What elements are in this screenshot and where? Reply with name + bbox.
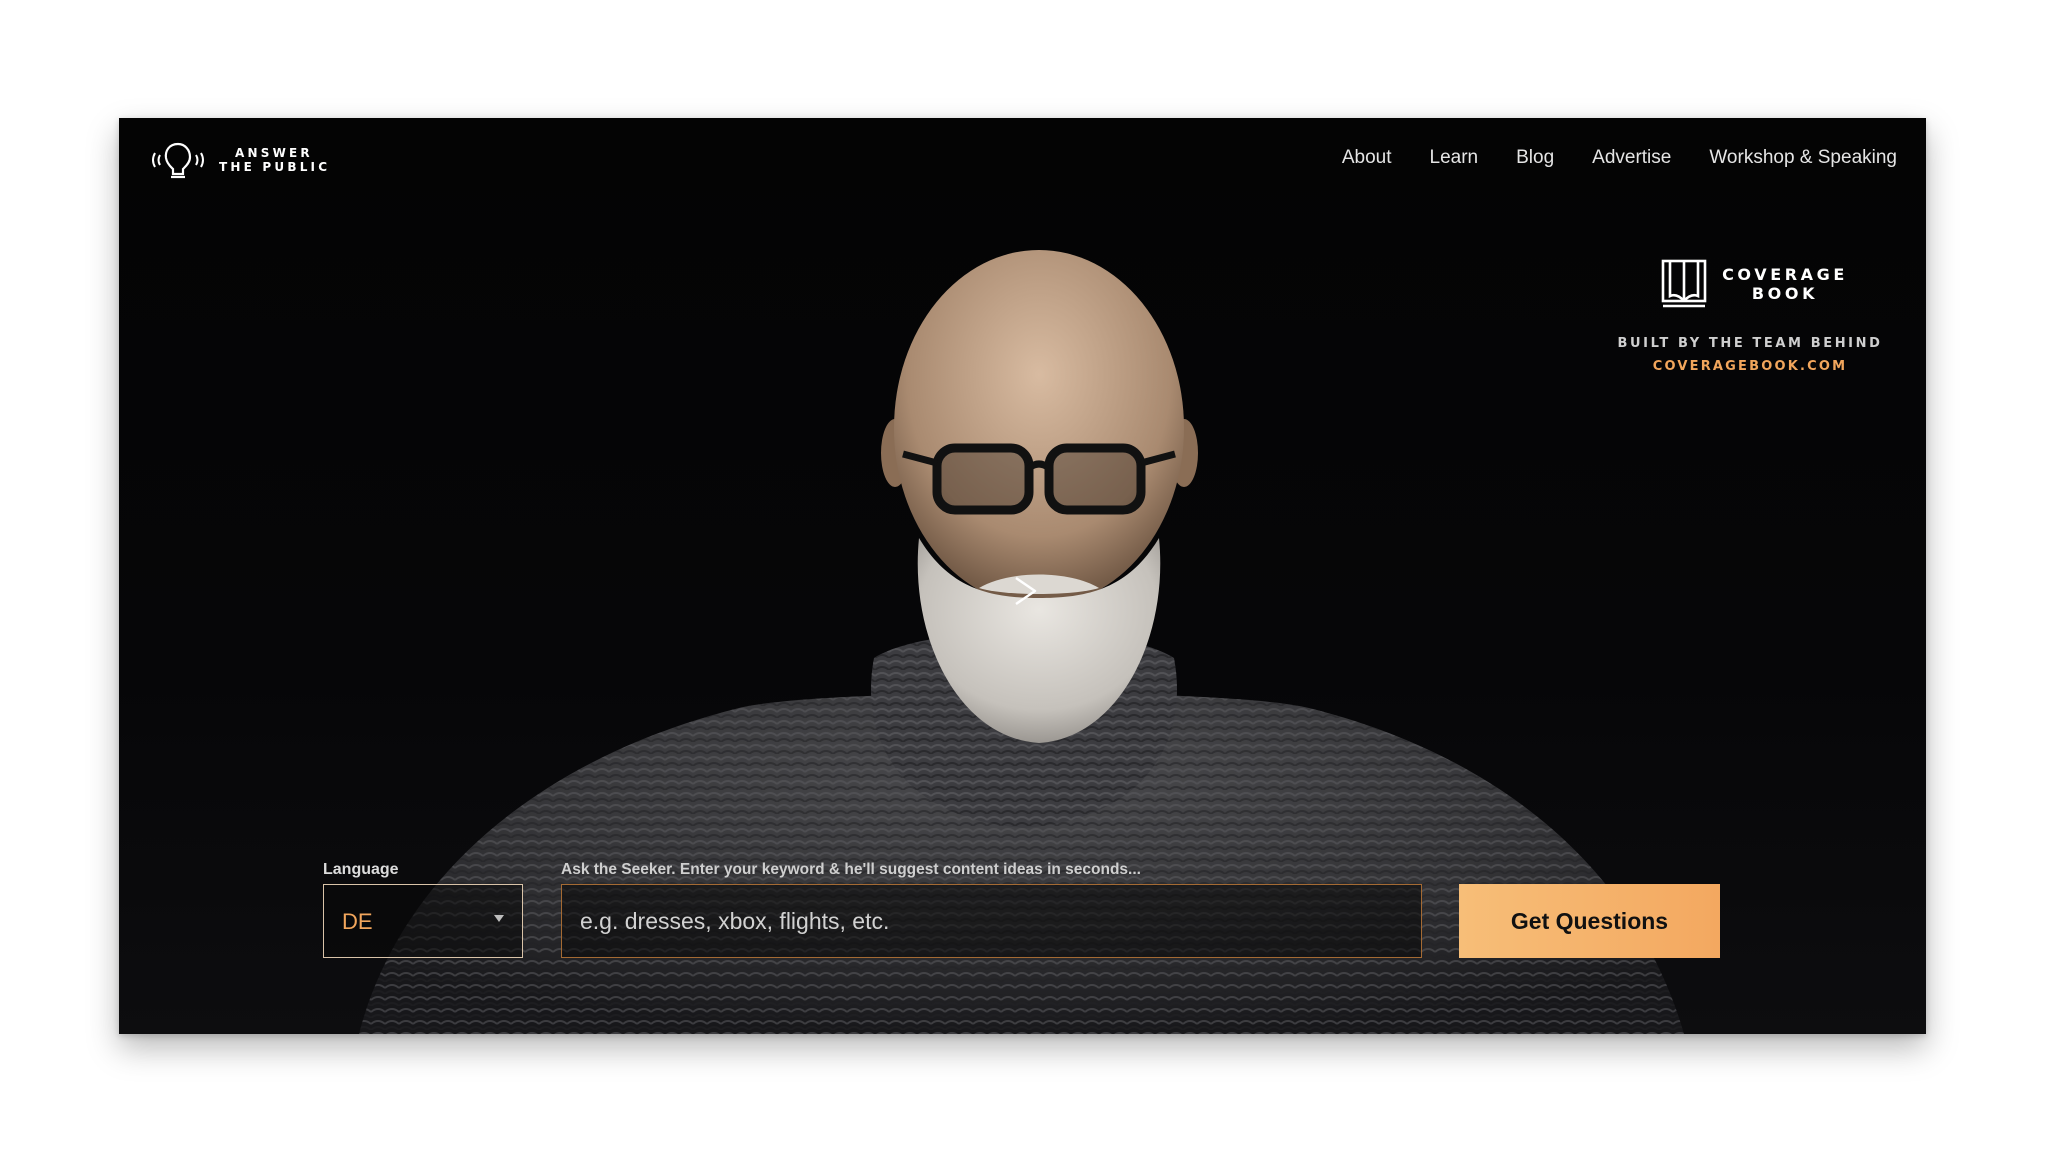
language-label: Language	[323, 861, 399, 878]
app-window: ANSWER THE PUBLIC About Learn Blog Adver…	[119, 118, 1926, 1034]
get-questions-button[interactable]: Get Questions	[1459, 884, 1720, 958]
seeker-head-icon	[152, 142, 204, 179]
coverage-book-tagline: BUILT BY THE TEAM BEHIND	[1617, 336, 1883, 351]
keyword-input[interactable]	[561, 884, 1422, 958]
language-select[interactable]: DE	[323, 884, 523, 958]
nav-blog[interactable]: Blog	[1516, 146, 1554, 170]
open-book-icon	[1661, 259, 1707, 308]
caret-down-icon	[494, 915, 504, 922]
coverage-book-promo[interactable]: COVERAGE BOOK BUILT BY THE TEAM BEHIND C…	[1605, 258, 1895, 375]
nav-advertise[interactable]: Advertise	[1592, 146, 1671, 170]
coverage-book-name-1: COVERAGE	[1722, 265, 1848, 284]
main-nav: About Learn Blog Advertise Workshop & Sp…	[1342, 146, 1897, 170]
keyword-label: Ask the Seeker. Enter your keyword & he'…	[561, 861, 1141, 878]
logo-line-2: THE PUBLIC	[219, 160, 331, 174]
coverage-book-brand: COVERAGE BOOK	[1613, 258, 1895, 310]
nav-about[interactable]: About	[1342, 146, 1392, 170]
logo-line-1: ANSWER	[235, 146, 313, 160]
answer-the-public-logo[interactable]: ANSWER THE PUBLIC	[147, 140, 330, 180]
coverage-book-name-2: BOOK	[1751, 284, 1819, 303]
language-value: DE	[342, 909, 373, 934]
nav-workshop-speaking[interactable]: Workshop & Speaking	[1709, 146, 1897, 170]
chevron-right-icon[interactable]	[1012, 574, 1040, 608]
coverage-book-link[interactable]: COVERAGEBOOK.COM	[1653, 359, 1848, 375]
nav-learn[interactable]: Learn	[1430, 146, 1479, 170]
